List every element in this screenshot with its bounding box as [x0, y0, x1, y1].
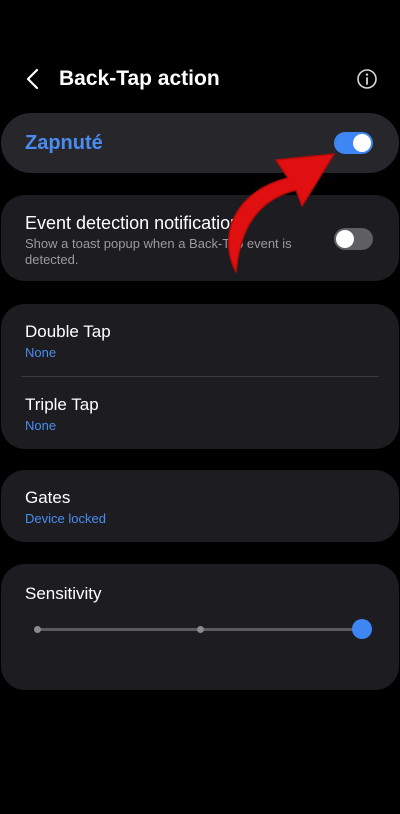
screen: Back-Tap action Zapnuté Event detection … [0, 0, 400, 814]
slider-tick [197, 626, 204, 633]
sensitivity-slider-thumb[interactable] [352, 619, 372, 639]
switch-knob [336, 230, 354, 248]
gates-row[interactable]: Gates Device locked [1, 470, 399, 542]
master-switch[interactable] [334, 132, 373, 154]
master-toggle-row[interactable]: Zapnuté [1, 113, 399, 173]
info-button[interactable] [353, 65, 381, 93]
double-tap-value: None [25, 345, 57, 360]
slider-tick [34, 626, 41, 633]
sensitivity-title: Sensitivity [25, 584, 102, 603]
double-tap-title: Double Tap [25, 322, 111, 341]
event-notification-switch[interactable] [334, 228, 373, 250]
back-button[interactable] [18, 64, 48, 94]
app-bar: Back-Tap action [0, 56, 400, 102]
triple-tap-title: Triple Tap [25, 395, 99, 414]
sensitivity-card: Sensitivity [1, 564, 399, 690]
event-notification-title: Event detection notification [25, 213, 241, 233]
double-tap-row[interactable]: Double Tap None [1, 304, 399, 376]
gates-title: Gates [25, 488, 71, 507]
tap-actions-group: Double Tap None Triple Tap None [1, 304, 399, 449]
triple-tap-row[interactable]: Triple Tap None [1, 377, 399, 449]
back-arrow-icon [26, 68, 39, 90]
switch-knob [353, 134, 371, 152]
event-notification-row[interactable]: Event detection notification Show a toas… [1, 195, 399, 281]
info-icon [357, 69, 377, 89]
page-title: Back-Tap action [59, 67, 220, 90]
triple-tap-value: None [25, 418, 57, 433]
event-notification-description: Show a toast popup when a Back-Tap event… [25, 236, 292, 267]
gates-value: Device locked [25, 511, 106, 526]
master-toggle-label: Zapnuté [25, 132, 103, 154]
